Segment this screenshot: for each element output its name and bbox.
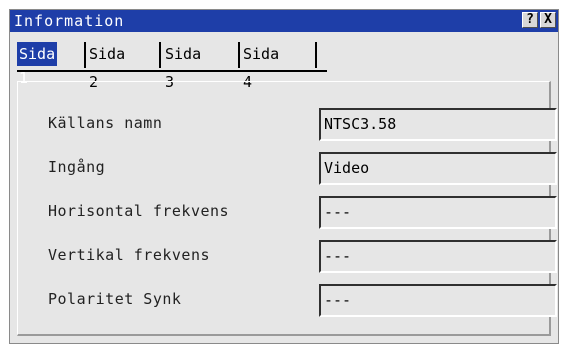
window-title: Information — [14, 12, 125, 30]
vertical-frequency-field: --- — [319, 240, 557, 273]
sync-polarity-field: --- — [319, 284, 557, 317]
help-button[interactable]: ? — [522, 12, 538, 28]
tab-underline — [17, 70, 327, 72]
source-name-label: Källans namn — [48, 114, 163, 132]
tab-sida-3[interactable]: Sida 3 — [163, 40, 203, 91]
title-bar[interactable]: Information ? X — [10, 10, 558, 32]
close-button[interactable]: X — [540, 12, 556, 28]
tab-separator — [159, 42, 161, 68]
horizontal-frequency-field: --- — [319, 196, 557, 229]
tab-separator — [238, 42, 240, 68]
information-dialog: Information ? X Sida 1 Sida 2 Sida 3 Sid… — [9, 9, 559, 344]
tab-separator — [315, 42, 317, 68]
sync-polarity-label: Polaritet Synk — [48, 290, 182, 308]
info-panel: Källans namn NTSC3.58 Ingång Video Horis… — [17, 81, 557, 336]
tab-separator — [84, 42, 86, 68]
tab-sida-4[interactable]: Sida 4 — [241, 40, 281, 91]
vertical-frequency-label: Vertikal frekvens — [48, 246, 211, 264]
input-field: Video — [319, 152, 557, 185]
horizontal-frequency-label: Horisontal frekvens — [48, 202, 230, 220]
source-name-field: NTSC3.58 — [319, 108, 557, 141]
input-label: Ingång — [48, 158, 106, 176]
close-icon: X — [544, 12, 552, 27]
help-icon: ? — [526, 12, 534, 27]
tab-sida-1[interactable]: Sida 1 — [17, 42, 58, 87]
tab-sida-2[interactable]: Sida 2 — [87, 40, 127, 91]
